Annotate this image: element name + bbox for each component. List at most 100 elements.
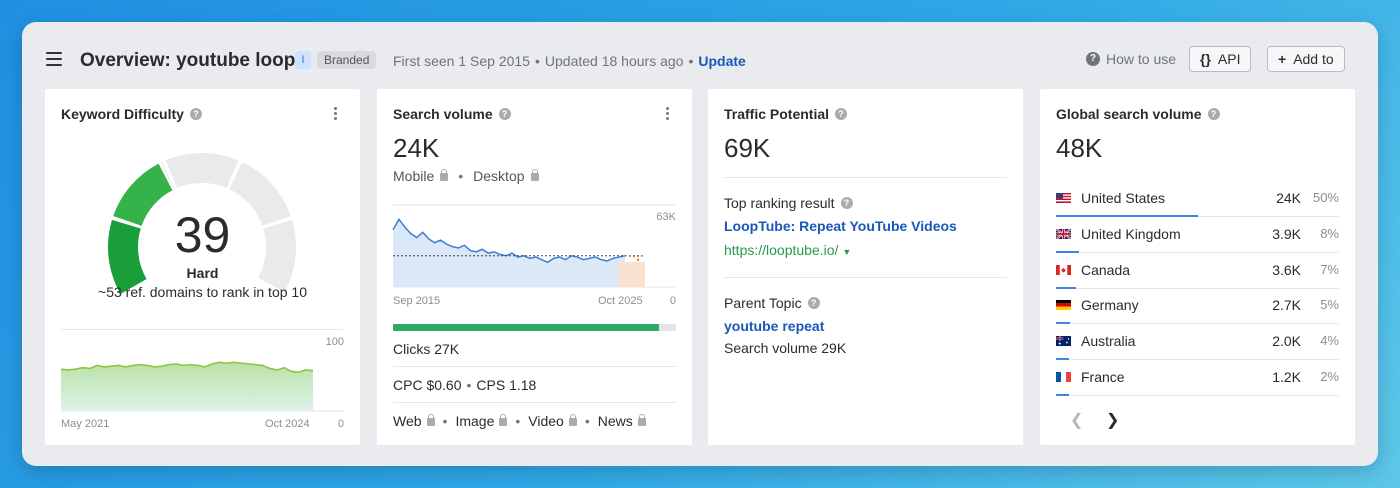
country-row[interactable]: France 1.2K 2% bbox=[1056, 360, 1339, 396]
serp-web: Web bbox=[393, 413, 422, 429]
country-row[interactable]: Australia 2.0K 4% bbox=[1056, 324, 1339, 361]
global-volume-value: 48K bbox=[1056, 133, 1103, 163]
clicks-progress-fill bbox=[393, 324, 660, 331]
country-volume: 3.6K bbox=[1272, 261, 1301, 278]
kd-x-end: Oct 2024 bbox=[265, 418, 310, 430]
help-icon[interactable]: ? bbox=[1207, 108, 1220, 120]
us-flag-icon bbox=[1056, 193, 1071, 203]
country-name: United Kingdom bbox=[1081, 225, 1181, 242]
parent-topic-label: Parent Topic ? bbox=[724, 295, 820, 311]
sv-axis-max: 63K bbox=[656, 211, 676, 223]
keyword-meta: First seen 1 Sep 2015 • Updated 18 hours a… bbox=[393, 53, 746, 69]
country-volume: 2.7K bbox=[1272, 297, 1301, 314]
how-to-use-link[interactable]: ? How to use bbox=[1086, 51, 1176, 67]
card-title: Keyword Difficulty ? bbox=[61, 106, 202, 122]
de-flag-icon bbox=[1056, 300, 1071, 311]
help-icon[interactable]: ? bbox=[807, 297, 820, 309]
au-flag-icon bbox=[1056, 336, 1071, 347]
lock-icon bbox=[530, 169, 539, 181]
serp-video: Video bbox=[528, 413, 564, 429]
country-name: Germany bbox=[1081, 297, 1139, 314]
volume-area bbox=[393, 219, 625, 287]
country-volume: 24K bbox=[1276, 190, 1301, 206]
lock-icon bbox=[440, 169, 449, 181]
country-row[interactable]: Canada 3.6K 7% bbox=[1056, 253, 1339, 289]
more-options-icon[interactable] bbox=[334, 107, 338, 122]
more-options-icon[interactable] bbox=[666, 107, 670, 122]
help-icon[interactable]: ? bbox=[189, 108, 202, 120]
updated-text: Updated 18 hours ago bbox=[544, 53, 684, 69]
help-icon[interactable]: ? bbox=[835, 108, 848, 120]
divider bbox=[724, 177, 1007, 178]
clicks-text: Clicks 27K bbox=[393, 341, 460, 357]
forecast-point bbox=[636, 258, 640, 261]
add-to-label: Add to bbox=[1293, 51, 1334, 67]
help-icon[interactable]: ? bbox=[498, 108, 511, 120]
chevron-right-icon[interactable]: ❯ bbox=[1106, 410, 1119, 430]
serp-news: News bbox=[597, 413, 633, 429]
search-volume-value: 24K bbox=[393, 133, 440, 163]
sv-x-start: Sep 2015 bbox=[393, 295, 441, 307]
add-to-button[interactable]: + Add to bbox=[1267, 46, 1345, 72]
share-bar bbox=[1056, 394, 1069, 396]
country-share: 50% bbox=[1312, 190, 1339, 205]
chevron-left-icon[interactable]: ❮ bbox=[1070, 410, 1083, 430]
branded-badge: Branded bbox=[317, 51, 377, 69]
country-row[interactable]: United Kingdom 3.9K 8% bbox=[1056, 217, 1339, 253]
parent-volume-text: Search volume 29K bbox=[724, 340, 847, 356]
share-track bbox=[1056, 395, 1339, 396]
country-row[interactable]: United States 24K 50% bbox=[1056, 181, 1339, 217]
sv-axis-min: 0 bbox=[669, 295, 676, 307]
top-result-url[interactable]: https://looptube.io/▼ bbox=[724, 242, 851, 258]
api-label: API bbox=[1217, 51, 1241, 67]
plus-icon: + bbox=[1278, 51, 1287, 67]
cpc-text: CPC $0.60 bbox=[393, 377, 462, 393]
menu-icon[interactable] bbox=[46, 52, 62, 66]
help-icon[interactable]: ? bbox=[840, 197, 853, 209]
gv-title: Global search volume bbox=[1056, 106, 1202, 122]
caret-down-icon[interactable]: ▼ bbox=[842, 247, 851, 257]
top-ranking-text: Top ranking result bbox=[724, 195, 835, 211]
kd-axis-min: 0 bbox=[337, 418, 344, 430]
search-volume-card: Search volume ? 24K Mobile • Desktop 63K… bbox=[377, 89, 692, 445]
country-row[interactable]: Germany 2.7K 5% bbox=[1056, 288, 1339, 325]
difficulty-label: Hard bbox=[186, 265, 219, 281]
global-volume-card: Global search volume ? 48K United States… bbox=[1040, 89, 1355, 445]
kd-axis-max: 100 bbox=[325, 336, 344, 348]
divider bbox=[393, 366, 676, 367]
parent-topic-text: Parent Topic bbox=[724, 295, 802, 311]
divider bbox=[393, 402, 676, 403]
page-title: Overview: youtube loop bbox=[80, 50, 296, 71]
top-ranking-label: Top ranking result ? bbox=[724, 195, 853, 211]
gauge-track-segment bbox=[165, 153, 239, 188]
search-volume-chart bbox=[392, 204, 676, 288]
lock-icon bbox=[568, 414, 577, 426]
mobile-label: Mobile bbox=[393, 168, 435, 184]
how-to-use-label: How to use bbox=[1106, 51, 1177, 67]
top-result-link[interactable]: LoopTube: Repeat YouTube Videos bbox=[724, 218, 957, 234]
parent-topic-link[interactable]: youtube repeat bbox=[724, 318, 824, 334]
lock-icon bbox=[426, 414, 435, 426]
country-share: 8% bbox=[1320, 225, 1339, 241]
card-title: Traffic Potential ? bbox=[724, 106, 848, 122]
country-volume: 2.0K bbox=[1272, 333, 1301, 350]
cpc-cps-row: CPC $0.60 • CPS 1.18 bbox=[393, 377, 537, 393]
difficulty-score: 39 bbox=[174, 207, 231, 263]
card-title: Search volume ? bbox=[393, 106, 511, 122]
api-button[interactable]: {} API bbox=[1189, 46, 1252, 72]
clicks-progress-bar bbox=[393, 324, 676, 331]
first-seen-text: First seen 1 Sep 2015 bbox=[393, 53, 530, 69]
header: Overview: youtube loop I Branded First s… bbox=[22, 22, 1378, 88]
lock-icon bbox=[637, 414, 646, 426]
kd-title: Keyword Difficulty bbox=[61, 106, 184, 122]
serp-image: Image bbox=[455, 413, 495, 429]
difficulty-description: ~53 ref. domains to rank in top 10 bbox=[98, 284, 307, 300]
tp-title: Traffic Potential bbox=[724, 106, 830, 122]
difficulty-history-chart bbox=[60, 361, 344, 412]
card-title: Global search volume ? bbox=[1056, 106, 1220, 122]
country-name: Canada bbox=[1081, 261, 1131, 278]
update-link[interactable]: Update bbox=[698, 53, 745, 69]
desktop-label: Desktop bbox=[473, 168, 525, 184]
braces-icon: {} bbox=[1200, 51, 1211, 67]
url-text: https://looptube.io/ bbox=[724, 242, 839, 258]
